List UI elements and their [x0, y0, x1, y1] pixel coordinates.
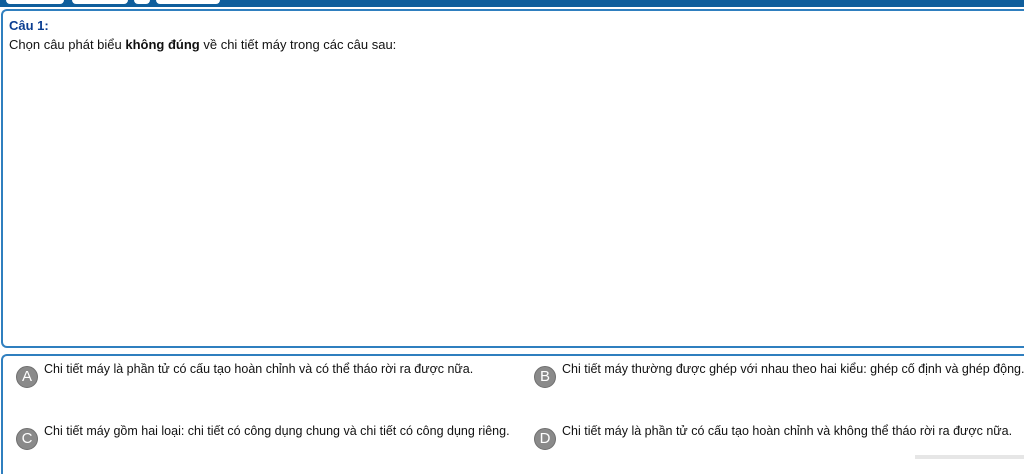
- answer-text[interactable]: Chi tiết máy gồm hai loại: chi tiết có c…: [44, 424, 510, 438]
- question-text-after: về chi tiết máy trong các câu sau:: [199, 37, 397, 52]
- top-tab-1[interactable]: [6, 0, 64, 4]
- top-tab-2[interactable]: [72, 0, 128, 4]
- question-text-before: Chọn câu phát biểu: [9, 37, 126, 52]
- answer-text[interactable]: Chi tiết máy là phần tử có cấu tạo hoàn …: [562, 424, 1012, 438]
- answer-letter-badge[interactable]: A: [16, 366, 38, 388]
- answer-letter-badge[interactable]: B: [534, 366, 556, 388]
- footer-shade: [915, 455, 1024, 459]
- top-tab-3[interactable]: [134, 0, 150, 4]
- answer-letter-badge[interactable]: C: [16, 428, 38, 450]
- question-text: Chọn câu phát biểu không đúng về chi tiế…: [9, 37, 396, 52]
- question-text-emphasis: không đúng: [125, 37, 200, 52]
- answer-text[interactable]: Chi tiết máy là phần tử có cấu tạo hoàn …: [44, 362, 473, 376]
- top-tab-4[interactable]: [156, 0, 220, 4]
- answer-text[interactable]: Chi tiết máy thường được ghép với nhau t…: [562, 362, 1024, 376]
- answers-panel: A Chi tiết máy là phần tử có cấu tạo hoà…: [1, 354, 1024, 474]
- question-number: Câu 1:: [9, 18, 49, 33]
- answer-letter-badge[interactable]: D: [534, 428, 556, 450]
- top-navigation-bar: [0, 0, 1024, 7]
- question-panel: Câu 1: Chọn câu phát biểu không đúng về …: [1, 9, 1024, 348]
